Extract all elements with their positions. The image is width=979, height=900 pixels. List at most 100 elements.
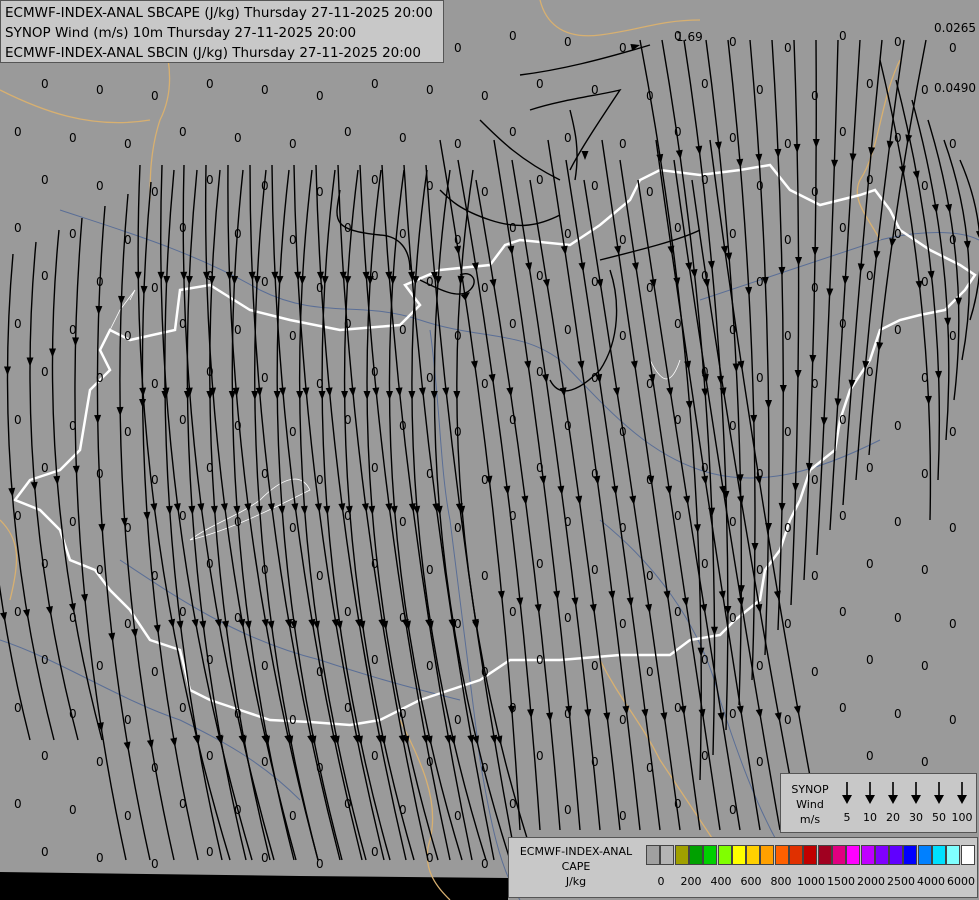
cin-value-label: 0 [674, 509, 682, 523]
cin-value-label: 0 [646, 569, 654, 583]
cape-color-swatch [903, 845, 918, 865]
cin-value-label: 0 [14, 413, 22, 427]
cin-value-label: 0 [564, 131, 572, 145]
cin-value-label: 0 [344, 509, 352, 523]
cin-value-label: 0 [564, 515, 572, 529]
cin-value-label: 0 [124, 809, 132, 823]
cin-value-label: 0 [839, 413, 847, 427]
cin-value-label: 0 [481, 377, 489, 391]
cin-value-label: 0 [206, 653, 214, 667]
cin-value-label: 0 [701, 557, 709, 571]
cin-value-label: 0 [866, 461, 874, 475]
cin-value-label: 0 [619, 233, 627, 247]
cin-value-label: 0 [399, 515, 407, 529]
cin-value-label: 0 [536, 365, 544, 379]
cape-color-swatch [803, 845, 818, 865]
cin-value-label: 0 [894, 131, 902, 145]
cin-value-label: 0 [756, 275, 764, 289]
cin-value-label: 0 [261, 83, 269, 97]
cin-value-label: 0 [619, 521, 627, 535]
cin-value-label: 0 [14, 701, 22, 715]
cin-value-label: 0 [399, 707, 407, 721]
cin-value-label: 0 [289, 521, 297, 535]
cape-color-swatch [774, 845, 789, 865]
cin-value-label: 0 [124, 617, 132, 631]
cin-value-label: 0 [756, 659, 764, 673]
cape-color-swatch [817, 845, 832, 865]
cin-value-label: 0 [289, 809, 297, 823]
cin-value-label: 0 [316, 89, 324, 103]
cin-value-label: 0 [646, 89, 654, 103]
cin-value-label: 0 [536, 269, 544, 283]
cin-value-label: 0 [289, 233, 297, 247]
cin-value-label: 0 [261, 371, 269, 385]
cin-value-label: 0 [536, 557, 544, 571]
cin-value-label: 0 [151, 665, 159, 679]
cin-value-label: 0 [371, 461, 379, 475]
cin-value-label: 0 [564, 323, 572, 337]
cin-value-label: 0 [646, 665, 654, 679]
cin-value-label: 0 [894, 611, 902, 625]
cin-value-label: 0 [619, 137, 627, 151]
synop-wind-legend: SYNOP Wind m/s 5 10 20 30 50 100 [780, 773, 977, 833]
synop-wind-value: 10 [863, 811, 877, 824]
cin-value-label: 0 [454, 809, 462, 823]
cape-color-swatch [760, 845, 775, 865]
cin-value-label: 0 [344, 605, 352, 619]
cin-value-label: 0 [179, 125, 187, 139]
synop-wind-arrow-icon [865, 782, 875, 804]
cin-value-label: 0 [756, 179, 764, 193]
cin-value-label: 0 [591, 371, 599, 385]
cin-value-label: 0 [426, 275, 434, 289]
cin-value-label: 0 [69, 707, 77, 721]
cape-legend-title-line: J/kg [565, 875, 587, 888]
cin-value-label: 0 [234, 707, 242, 721]
cin-value-label: 0 [316, 569, 324, 583]
cin-value-label: 0 [206, 845, 214, 859]
cin-value-label: 0 [949, 41, 957, 55]
synop-wind-arrow-icon [957, 782, 967, 804]
cin-value-label: 0 [729, 323, 737, 337]
cin-value-label: 0 [316, 473, 324, 487]
cape-color-legend: ECMWF-INDEX-ANAL CAPE J/kg 0 200 400 600 800… [508, 837, 978, 898]
cin-value-label: 0 [481, 857, 489, 871]
cin-value-label: 0 [96, 755, 104, 769]
title-box: ECMWF-INDEX-ANAL SBCAPE (J/kg) Thursday … [0, 0, 444, 63]
cin-value-label: 0 [151, 377, 159, 391]
cin-value-label: 0 [921, 275, 929, 289]
cin-value-label: 0 [564, 803, 572, 817]
cin-value-label: 0 [866, 173, 874, 187]
cin-value-label: 0 [151, 857, 159, 871]
cin-value-label: 0 [399, 611, 407, 625]
cin-value-label: 0 [674, 605, 682, 619]
cin-value-label: 0 [454, 137, 462, 151]
cin-value-label: 0 [206, 173, 214, 187]
cin-value-label: 0 [921, 467, 929, 481]
cin-value-label: 0 [509, 509, 517, 523]
cin-value-label: 0 [866, 653, 874, 667]
cin-value-label: 0 [509, 701, 517, 715]
cin-value-label: 0 [41, 77, 49, 91]
cin-value-label: 0 [784, 137, 792, 151]
cin-value-label: 0 [179, 509, 187, 523]
label-1-69: 1.69 [676, 30, 703, 44]
label-0-0490: 0.0490 [934, 81, 976, 95]
cin-value-label: 0 [179, 317, 187, 331]
cin-value-label: 0 [756, 83, 764, 97]
cin-value-label: 0 [151, 569, 159, 583]
synop-wind-arrow-icon [911, 782, 921, 804]
cin-value-label: 0 [426, 755, 434, 769]
cin-value-label: 0 [399, 803, 407, 817]
cin-value-label: 0 [646, 761, 654, 775]
cin-value-label: 0 [426, 851, 434, 865]
cape-color-swatch [789, 845, 803, 865]
cin-value-label: 0 [756, 563, 764, 577]
cin-value-label: 0 [921, 659, 929, 673]
cin-value-label: 0 [69, 131, 77, 145]
cin-value-label: 0 [536, 77, 544, 91]
cin-value-label: 0 [591, 467, 599, 481]
synop-legend-title: SYNOP Wind m/s [784, 782, 836, 827]
cin-value-label: 0 [69, 611, 77, 625]
cin-value-label: 0 [234, 419, 242, 433]
cin-value-label: 0 [14, 797, 22, 811]
